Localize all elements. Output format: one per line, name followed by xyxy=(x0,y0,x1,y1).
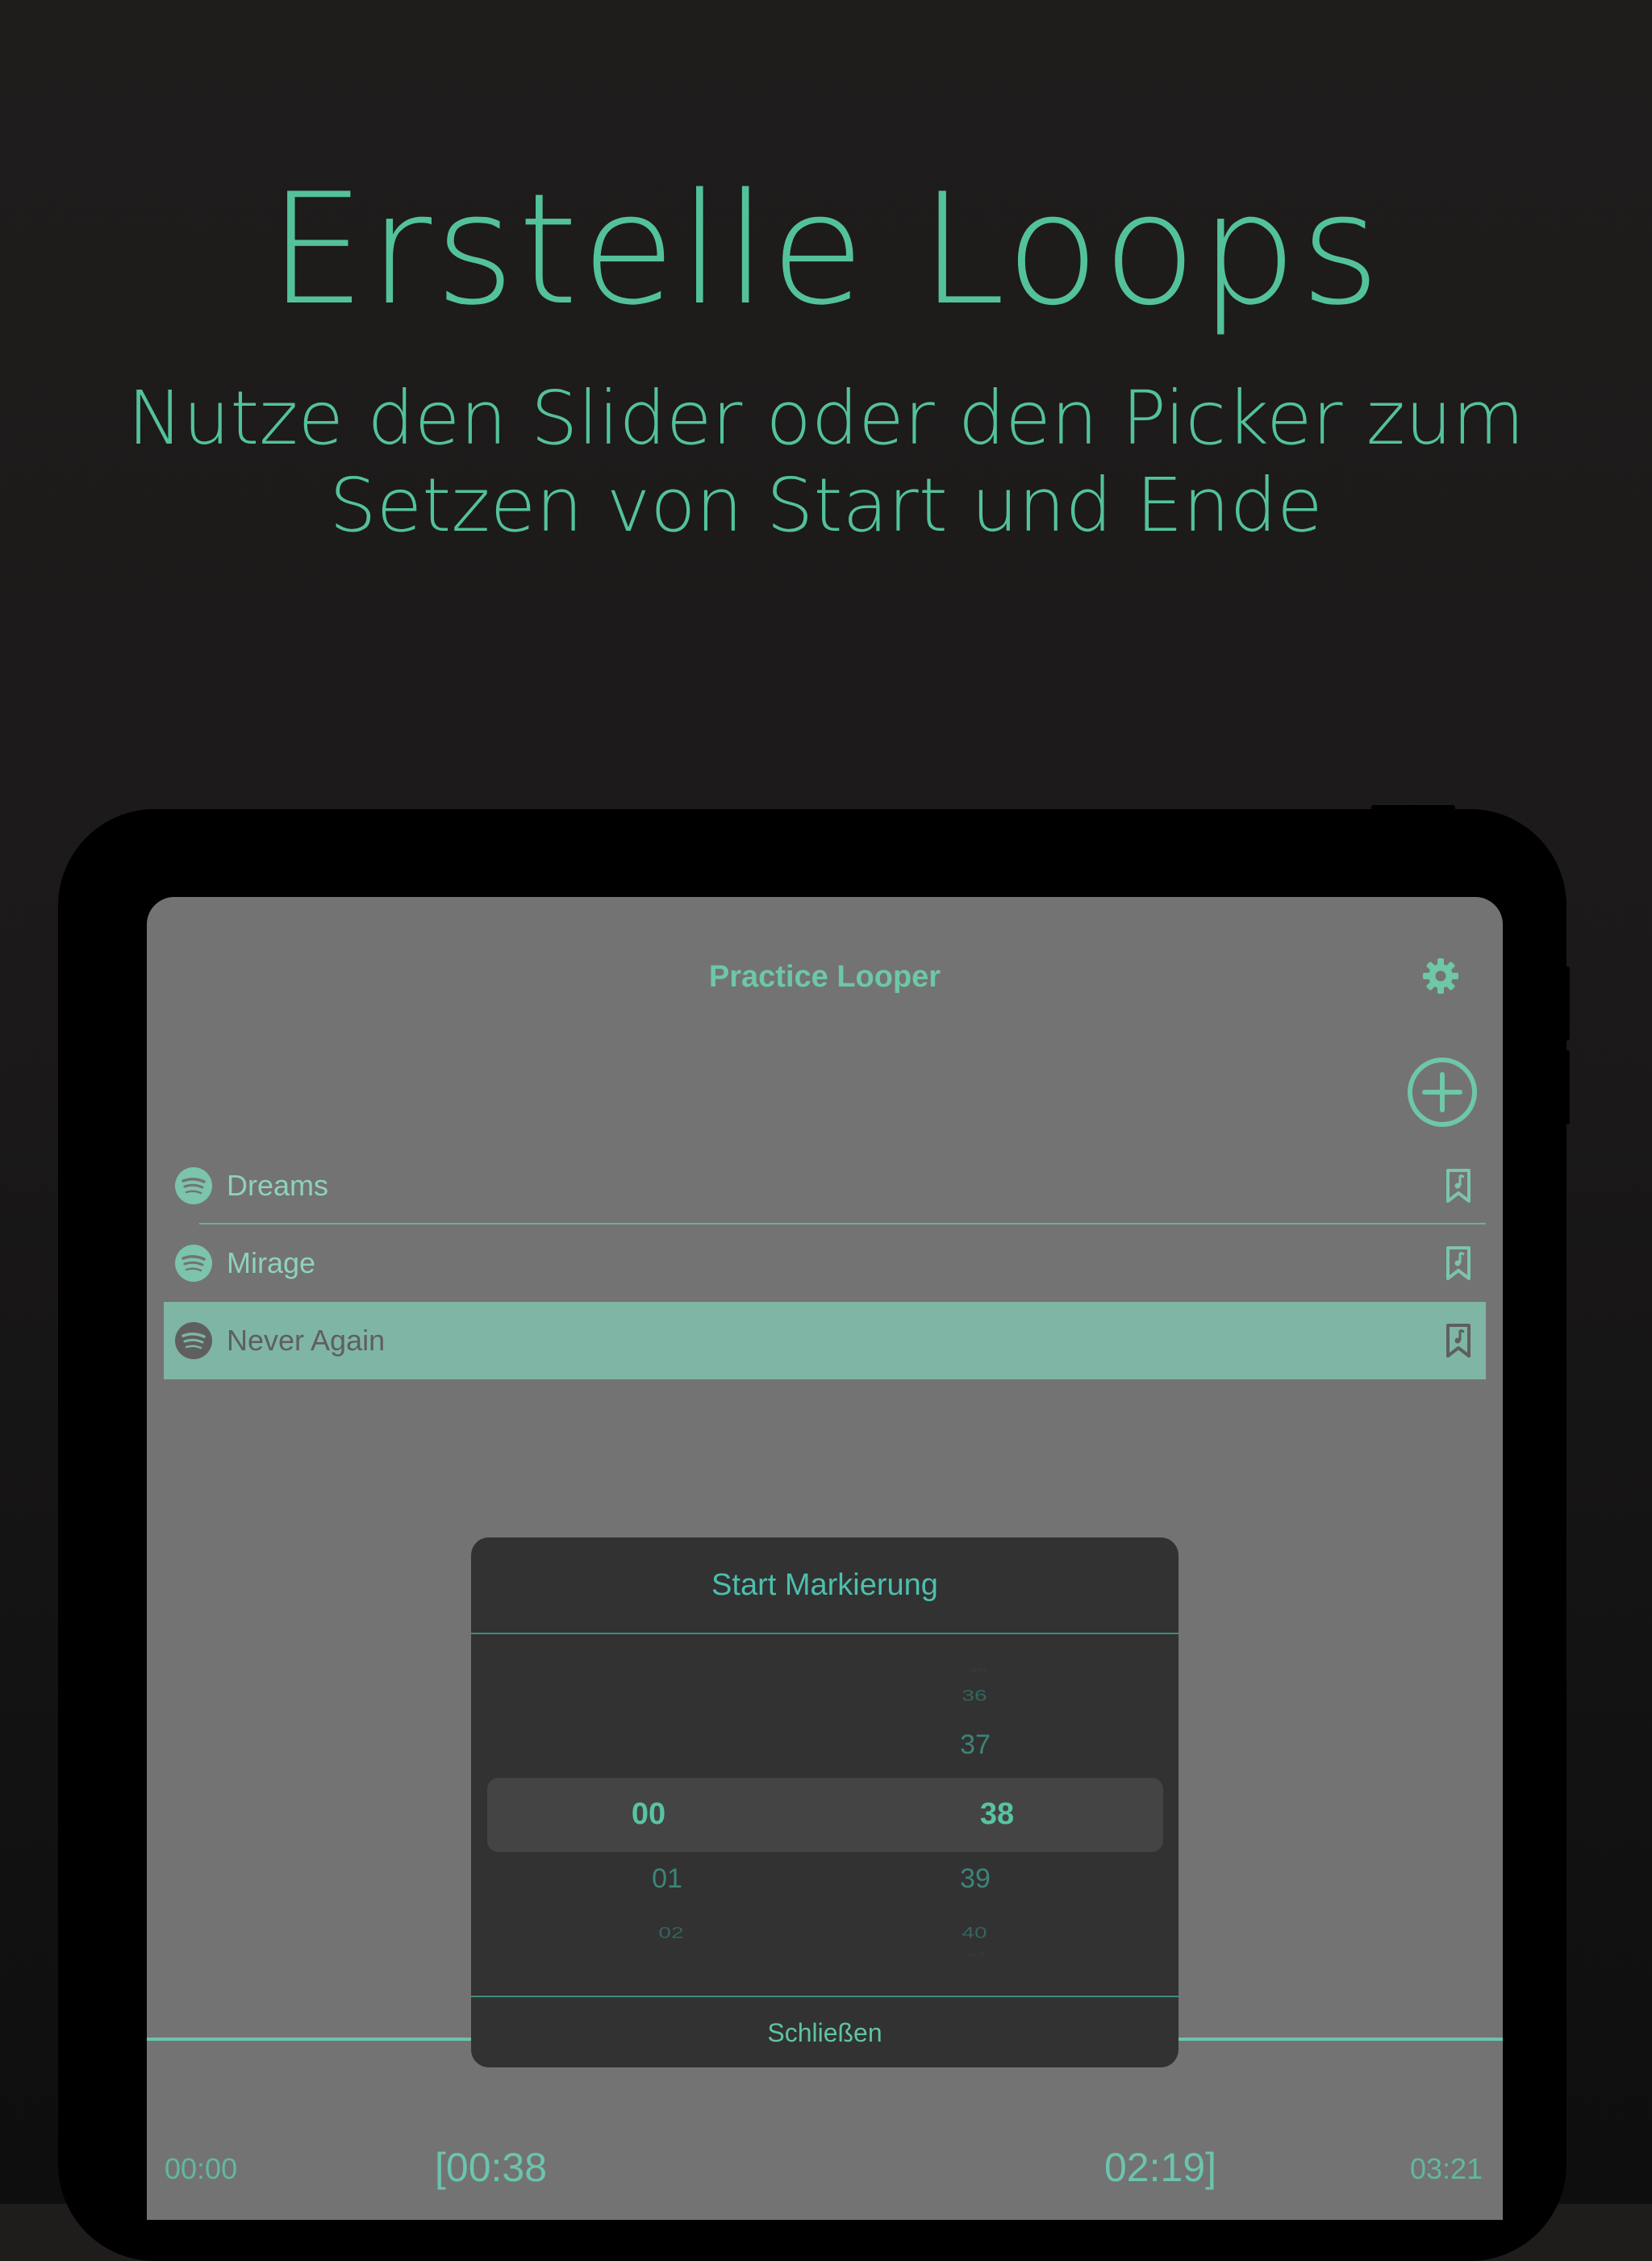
promo-subline-line-2: Setzen von Start und Ende xyxy=(329,462,1323,549)
bookmark-music-icon[interactable] xyxy=(1444,1323,1473,1358)
track-row-mirage[interactable]: Mirage xyxy=(164,1224,1486,1302)
loop-end-time[interactable]: 02:19] xyxy=(1104,2144,1216,2191)
spotify-icon xyxy=(175,1322,212,1359)
dialog-divider-bottom xyxy=(471,1996,1179,1997)
track-row-never-again[interactable]: Never Again xyxy=(164,1302,1486,1379)
spotify-icon xyxy=(175,1167,212,1204)
track-end-time: 03:21 xyxy=(1410,2152,1483,2185)
picker-seconds-prev-3[interactable]: 35 xyxy=(928,1667,1025,1674)
bookmark-music-icon[interactable] xyxy=(1444,1245,1473,1281)
track-label: Mirage xyxy=(227,1246,316,1279)
dialog-title: Start Markierung xyxy=(711,1568,938,1602)
device-volume-down-button xyxy=(1560,1050,1570,1124)
track-label: Never Again xyxy=(227,1324,386,1357)
loop-start-time[interactable]: [00:38 xyxy=(435,2144,547,2191)
dialog-divider-top xyxy=(471,1633,1179,1634)
promo-headline: Erstelle Loops xyxy=(268,161,1383,339)
app-title: Practice Looper xyxy=(708,960,941,994)
picker-seconds-next[interactable]: 39 xyxy=(927,1863,1024,1895)
app-screen: Practice Looper Dreams Mirage Never Agai… xyxy=(147,897,1503,2220)
start-marker-dialog: Start Markierung 00 01 02 35 36 37 38 39… xyxy=(471,1537,1179,2067)
track-row-dreams[interactable]: Dreams xyxy=(164,1147,1486,1224)
spotify-icon xyxy=(175,1245,212,1282)
picker-minutes-next[interactable]: 01 xyxy=(619,1863,715,1895)
track-start-time: 00:00 xyxy=(165,2152,238,2185)
picker-selection-highlight xyxy=(487,1778,1163,1852)
track-list: Dreams Mirage Never Again xyxy=(164,1147,1486,1379)
picker-seconds-prev-2[interactable]: 36 xyxy=(926,1687,1023,1704)
track-label: Dreams xyxy=(227,1169,329,1202)
promo-subline-line-1: Nutze den Slider oder den Picker zum xyxy=(127,375,1525,461)
picker-minutes-next-2[interactable]: 02 xyxy=(623,1924,720,1942)
picker-seconds-next-3[interactable]: 41 xyxy=(928,1950,1025,1958)
picker-seconds-prev[interactable]: 37 xyxy=(927,1729,1024,1761)
plus-circle-icon[interactable] xyxy=(1405,1055,1479,1129)
device-volume-up-button xyxy=(1560,966,1570,1041)
picker-bottom-edge xyxy=(471,1994,1179,1995)
picker-seconds-next-2[interactable]: 40 xyxy=(926,1924,1023,1942)
close-button[interactable]: Schließen xyxy=(471,2018,1179,2048)
bookmark-music-icon[interactable] xyxy=(1444,1168,1473,1204)
promo-subline: Nutze den Slider oder den Picker zum Set… xyxy=(0,375,1652,549)
picker-minutes-selected[interactable]: 00 xyxy=(600,1797,697,1832)
gear-icon[interactable] xyxy=(1421,957,1460,995)
picker-seconds-selected[interactable]: 38 xyxy=(949,1797,1045,1832)
